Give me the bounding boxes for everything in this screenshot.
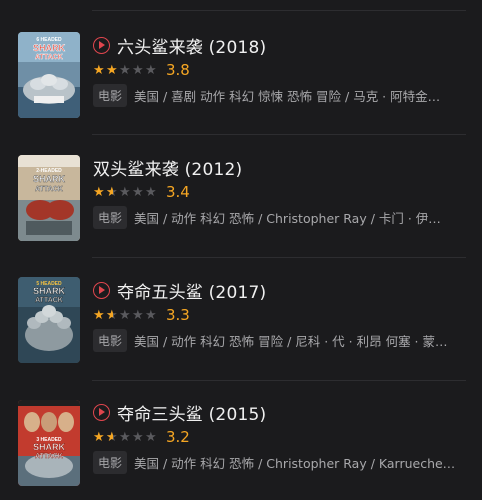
type-tag: 电影 <box>93 450 128 474</box>
title-row: 夺命三头鲨 (2015) <box>93 399 266 425</box>
play-icon[interactable] <box>93 403 110 421</box>
svg-text:SHARK: SHARK <box>33 442 66 452</box>
star-icon: ★ <box>132 429 144 445</box>
list-item-movie[interactable]: 6 HEADED SHARK ATTACK 六头鲨来袭 (2018) ★ ★ ★… <box>0 0 482 122</box>
meta-row: 电影 美国 / 动作 科幻 恐怖 / Christopher Ray / Kar… <box>93 450 467 474</box>
title-row: 六头鲨来袭 (2018) <box>93 32 266 58</box>
star-icon: ★ <box>145 307 157 323</box>
rating-score: 3.3 <box>166 306 190 324</box>
star-icon: ★ <box>106 62 118 78</box>
meta-row: 电影 美国 / 动作 科幻 恐怖 / Christopher Ray / 卡门 … <box>93 205 467 229</box>
star-rating: ★ ★ ★ ★ ★ <box>93 64 158 77</box>
movie-title[interactable]: 六头鲨来袭 (2018) <box>117 33 266 58</box>
svg-text:ATTACK: ATTACK <box>35 54 63 61</box>
movie-poster[interactable]: 3 HEADED SHARK ATTACK <box>18 400 80 486</box>
rating-row: ★ ★ ★ ★ ★ 3.8 <box>93 60 190 80</box>
svg-text:SHARK: SHARK <box>33 43 66 53</box>
type-tag: 电影 <box>93 328 128 352</box>
star-icon: ★ <box>119 429 131 445</box>
star-icon: ★ <box>93 307 105 323</box>
svg-text:ATTACK: ATTACK <box>35 453 63 460</box>
type-tag: 电影 <box>93 205 128 229</box>
movie-meta: 美国 / 动作 科幻 恐怖 / Christopher Ray / 卡门 · 伊… <box>134 210 441 226</box>
star-half-icon: ★ <box>106 431 119 444</box>
svg-text:ATTACK: ATTACK <box>35 186 63 193</box>
movie-meta: 美国 / 动作 科幻 恐怖 冒险 / 尼科 · 代 · 利昂 何塞 · 蒙… <box>134 333 448 349</box>
star-icon: ★ <box>145 184 157 200</box>
movie-title[interactable]: 夺命五头鲨 (2017) <box>117 278 266 303</box>
movie-meta: 美国 / 动作 科幻 恐怖 / Christopher Ray / Karrue… <box>134 455 456 471</box>
svg-text:SHARK: SHARK <box>33 174 66 184</box>
movie-title[interactable]: 双头鲨来袭 (2012) <box>93 155 242 180</box>
star-icon: ★ <box>119 62 131 78</box>
star-icon: ★ <box>119 184 131 200</box>
poster-image: 2-HEADED SHARK ATTACK <box>18 155 80 241</box>
list-item-movie[interactable]: 3 HEADED SHARK ATTACK 夺命三头鲨 (2015) ★ ★ ★… <box>0 380 482 500</box>
title-row: 双头鲨来袭 (2012) <box>93 154 242 180</box>
list-item-movie[interactable]: 2-HEADED SHARK ATTACK 双头鲨来袭 (2012) ★ ★ ★… <box>0 134 482 256</box>
meta-row: 电影 美国 / 动作 科幻 恐怖 冒险 / 尼科 · 代 · 利昂 何塞 · 蒙… <box>93 328 467 352</box>
poster-image: 3 HEADED SHARK ATTACK <box>18 400 80 486</box>
star-rating: ★ ★ ★ ★ ★ <box>93 186 158 199</box>
svg-text:ATTACK: ATTACK <box>35 297 63 304</box>
star-icon: ★ <box>119 307 131 323</box>
star-icon: ★ <box>132 307 144 323</box>
star-icon: ★ <box>145 429 157 445</box>
rating-score: 3.2 <box>166 428 190 446</box>
star-icon: ★ <box>93 184 105 200</box>
poster-image: 6 HEADED SHARK ATTACK <box>18 32 80 118</box>
movie-meta: 美国 / 喜剧 动作 科幻 惊悚 恐怖 冒险 / 马克 · 阿特金… <box>134 88 441 104</box>
star-rating: ★ ★ ★ ★ ★ <box>93 431 158 444</box>
rating-score: 3.8 <box>166 61 190 79</box>
poster-image: 5 HEADED SHARK ATTACK <box>18 277 80 363</box>
star-icon: ★ <box>93 429 105 445</box>
rating-score: 3.4 <box>166 183 190 201</box>
star-icon: ★ <box>132 62 144 78</box>
play-icon[interactable] <box>93 281 110 299</box>
star-rating: ★ ★ ★ ★ ★ <box>93 309 158 322</box>
movie-title[interactable]: 夺命三头鲨 (2015) <box>117 400 266 425</box>
movie-poster[interactable]: 2-HEADED SHARK ATTACK <box>18 155 80 241</box>
type-tag: 电影 <box>93 83 128 107</box>
title-row: 夺命五头鲨 (2017) <box>93 277 266 303</box>
star-icon: ★ <box>132 184 144 200</box>
rating-row: ★ ★ ★ ★ ★ 3.2 <box>93 427 190 447</box>
rating-row: ★ ★ ★ ★ ★ 3.3 <box>93 305 190 325</box>
play-icon[interactable] <box>93 36 110 54</box>
star-icon: ★ <box>145 62 157 78</box>
star-icon: ★ <box>93 62 105 78</box>
meta-row: 电影 美国 / 喜剧 动作 科幻 惊悚 恐怖 冒险 / 马克 · 阿特金… <box>93 83 467 107</box>
svg-text:SHARK: SHARK <box>33 286 66 296</box>
movie-poster[interactable]: 6 HEADED SHARK ATTACK <box>18 32 80 118</box>
star-half-icon: ★ <box>106 309 119 322</box>
movie-list: 6 HEADED SHARK ATTACK 六头鲨来袭 (2018) ★ ★ ★… <box>0 0 482 500</box>
rating-row: ★ ★ ★ ★ ★ 3.4 <box>93 182 190 202</box>
star-half-icon: ★ <box>106 186 119 199</box>
list-item-movie[interactable]: 5 HEADED SHARK ATTACK 夺命五头鲨 (2017) ★ ★ ★… <box>0 257 482 379</box>
movie-poster[interactable]: 5 HEADED SHARK ATTACK <box>18 277 80 363</box>
